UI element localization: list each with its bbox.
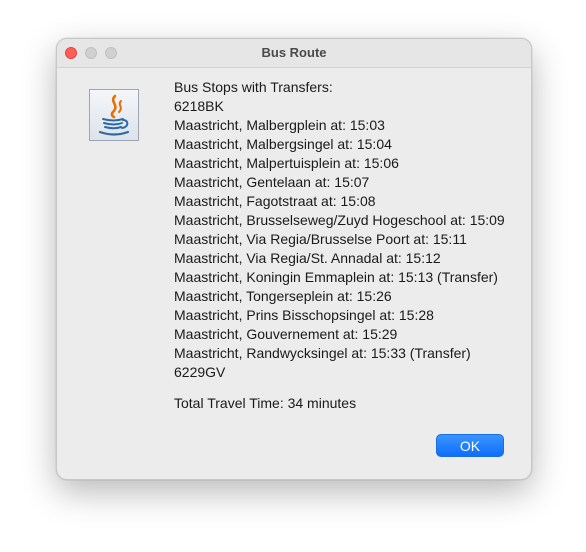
stop-line: Maastricht, Brusselseweg/Zuyd Hogeschool…	[174, 212, 505, 228]
stop-line: Maastricht, Koningin Emmaplein at: 15:13…	[174, 269, 498, 285]
stop-line: Maastricht, Randwycksingel at: 15:33 (Tr…	[174, 345, 471, 361]
title-bar: Bus Route	[57, 39, 531, 68]
stop-line: Maastricht, Prins Bisschopsingel at: 15:…	[174, 307, 434, 323]
end-postcode: 6229GV	[174, 364, 226, 380]
dialog-window: Bus Route Bus Stops with Transfers: 6218…	[56, 38, 532, 480]
stop-line: Maastricht, Malpertuisplein at: 15:06	[174, 155, 399, 171]
stop-line: Maastricht, Via Regia/St. Annadal at: 15…	[174, 250, 441, 266]
total-travel-time: Total Travel Time: 34 minutes	[174, 395, 357, 411]
message-header: Bus Stops with Transfers:	[174, 79, 333, 95]
stop-line: Maastricht, Malbergsingel at: 15:04	[174, 136, 392, 152]
java-coffee-cup-icon	[89, 89, 139, 141]
stop-line: Maastricht, Via Regia/Brusselse Poort at…	[174, 231, 467, 247]
stop-line: Maastricht, Tongerseplein at: 15:26	[174, 288, 392, 304]
stop-line: Maastricht, Fagotstraat at: 15:08	[174, 193, 376, 209]
stop-line: Maastricht, Gouvernement at: 15:29	[174, 326, 398, 342]
start-postcode: 6218BK	[174, 98, 224, 114]
ok-button[interactable]: OK	[436, 434, 504, 457]
route-message: Bus Stops with Transfers: 6218BK Maastri…	[174, 78, 519, 413]
stop-line: Maastricht, Gentelaan at: 15:07	[174, 174, 370, 190]
window-title: Bus Route	[261, 45, 327, 60]
stop-line: Maastricht, Malbergplein at: 15:03	[174, 117, 385, 133]
